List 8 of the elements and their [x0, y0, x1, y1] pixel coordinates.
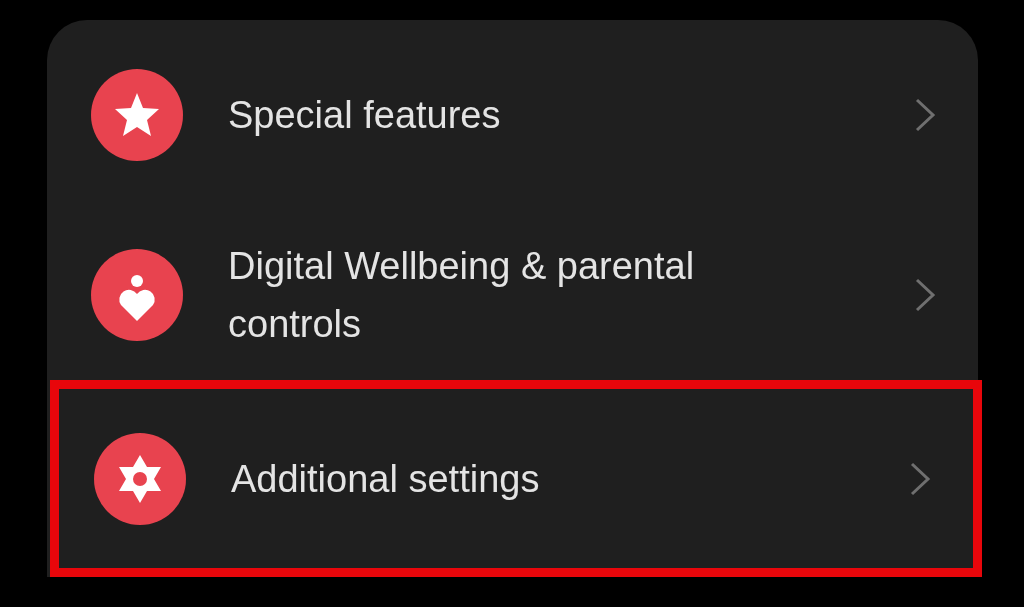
settings-item[interactable]: Digital Wellbeing & parental controls: [47, 210, 978, 380]
heart-person-icon: [91, 249, 183, 341]
item-label: Special features: [228, 93, 502, 138]
item-label: Additional settings: [231, 456, 541, 502]
item-label: Digital Wellbeing & parental controls: [228, 244, 696, 347]
settings-item[interactable]: Special features: [47, 20, 978, 210]
highlighted-settings-item[interactable]: Additional settings: [50, 380, 982, 577]
gear-icon: [94, 432, 186, 525]
